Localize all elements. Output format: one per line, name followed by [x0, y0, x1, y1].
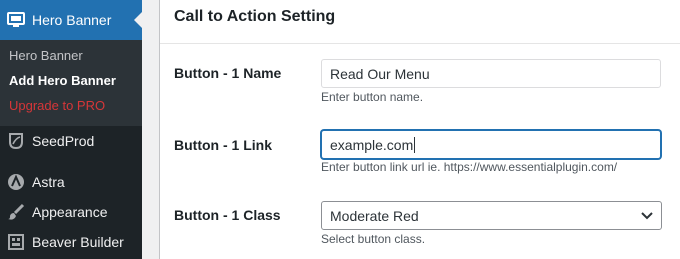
button-1-class-description: Select button class.: [321, 232, 426, 246]
sidebar-item-label: Beaver Builder: [32, 234, 124, 250]
button-1-name-label: Button - 1 Name: [174, 65, 282, 81]
button-1-link-label: Button - 1 Link: [174, 137, 272, 153]
hero-banner-submenu: Hero Banner Add Hero Banner Upgrade to P…: [0, 40, 142, 126]
chevron-down-icon: [641, 209, 653, 226]
active-menu-arrow: [134, 12, 142, 28]
sidebar-item-astra[interactable]: Astra: [0, 167, 142, 197]
button-1-link-input[interactable]: example.com: [321, 130, 661, 159]
sidebar-item-label: Hero Banner: [32, 12, 112, 28]
submenu-add-hero-banner[interactable]: Add Hero Banner: [9, 73, 116, 88]
sidebar-item-appearance[interactable]: Appearance: [0, 197, 142, 227]
button-1-name-description: Enter button name.: [321, 90, 424, 104]
input-value: example.com: [330, 136, 414, 153]
desktop-icon: [6, 10, 26, 30]
submenu-hero-banner[interactable]: Hero Banner: [9, 48, 83, 63]
submenu-upgrade-to-pro[interactable]: Upgrade to PRO: [9, 98, 105, 113]
text-cursor: [414, 136, 416, 153]
call-to-action-settings-panel: Call to Action Setting Button - 1 Name R…: [159, 0, 680, 259]
sidebar-item-label: SeedProd: [32, 133, 95, 149]
sidebar-item-beaver-builder[interactable]: Beaver Builder: [0, 227, 142, 257]
beaver-builder-icon: [6, 232, 26, 252]
admin-sidebar: Hero Banner Hero Banner Add Hero Banner …: [0, 0, 142, 259]
astra-logo-icon: [6, 172, 26, 192]
sidebar-item-label: Astra: [32, 174, 65, 190]
button-1-name-input[interactable]: Read Our Menu: [321, 59, 661, 88]
seedprod-leaf-icon: [6, 131, 26, 151]
sidebar-item-seedprod[interactable]: SeedProd: [0, 126, 142, 156]
sidebar-item-hero-banner[interactable]: Hero Banner: [0, 0, 142, 40]
paintbrush-icon: [6, 202, 26, 222]
divider: [160, 43, 680, 44]
button-1-link-description: Enter button link url ie. https://www.es…: [321, 160, 618, 174]
select-value: Moderate Red: [330, 207, 419, 224]
section-title: Call to Action Setting: [174, 8, 336, 25]
button-1-class-select[interactable]: Moderate Red: [321, 201, 662, 230]
sidebar-item-label: Appearance: [32, 204, 108, 220]
button-1-class-label: Button - 1 Class: [174, 207, 281, 223]
main-content: Call to Action Setting Button - 1 Name R…: [142, 0, 680, 259]
input-value: Read Our Menu: [330, 65, 430, 82]
